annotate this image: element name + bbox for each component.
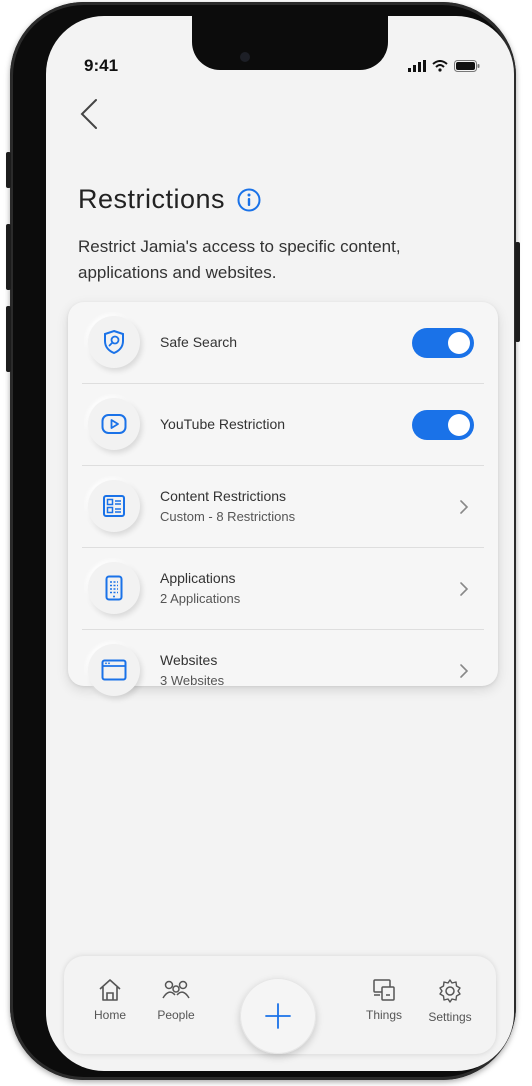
camera — [240, 52, 250, 62]
restriction-icon-container — [88, 316, 140, 368]
people-icon — [162, 980, 190, 999]
tab-people[interactable]: People — [146, 978, 206, 1038]
restriction-row-applications[interactable]: Applications 2 Applications — [82, 548, 488, 630]
tab-home[interactable]: Home — [80, 978, 140, 1038]
volume-down-button — [6, 306, 11, 372]
chevron-right-icon — [460, 582, 469, 596]
tab-settings[interactable]: Settings — [420, 978, 480, 1038]
restriction-icon-container — [88, 644, 140, 696]
content-grid-icon — [103, 495, 125, 517]
toggle-knob — [448, 414, 470, 436]
youtube-restriction-toggle[interactable] — [412, 410, 474, 440]
safe-search-toggle[interactable] — [412, 328, 474, 358]
restriction-sublabel: 3 Websites — [160, 673, 225, 688]
youtube-play-icon — [101, 414, 127, 434]
phone-frame: 9:41 Restrictions Restrict Jamia's acces… — [6, 2, 520, 1080]
back-button[interactable] — [76, 96, 106, 132]
restrictions-card: Safe Search YouTube Restriction Content … — [68, 302, 498, 696]
plus-icon — [265, 1003, 291, 1029]
notch — [192, 16, 388, 70]
wifi-icon — [432, 60, 448, 72]
restriction-label: Websites — [160, 652, 218, 668]
info-icon[interactable] — [237, 188, 261, 212]
home-icon — [99, 979, 121, 1001]
browser-window-icon — [101, 659, 127, 681]
back-chevron-icon — [80, 99, 97, 129]
shield-search-icon — [104, 329, 124, 355]
restriction-icon-container — [88, 562, 140, 614]
restriction-row-websites[interactable]: Websites 3 Websites — [82, 630, 488, 712]
restriction-label: YouTube Restriction — [160, 416, 286, 432]
page-title: Restrictions — [78, 184, 261, 215]
restriction-sublabel: Custom - 8 Restrictions — [160, 509, 296, 524]
chevron-right-icon — [460, 500, 469, 514]
chevron-right-icon — [460, 664, 469, 678]
tab-label: Settings — [428, 1010, 472, 1024]
volume-up-button — [6, 224, 11, 290]
restriction-icon-container — [88, 398, 140, 450]
signal-icon — [408, 60, 426, 72]
toggle-knob — [448, 332, 470, 354]
power-button — [515, 242, 520, 342]
mute-switch — [6, 152, 11, 188]
restriction-sublabel: 2 Applications — [160, 591, 241, 606]
page-subtitle: Restrict Jamia's access to specific cont… — [78, 237, 401, 282]
tab-things[interactable]: Things — [354, 978, 414, 1038]
gear-icon — [439, 979, 461, 1003]
restriction-label: Safe Search — [160, 334, 238, 350]
battery-icon — [454, 60, 480, 72]
restriction-row-safe-search: Safe Search — [82, 302, 488, 384]
phone-app-icon — [105, 575, 123, 601]
devices-icon — [373, 979, 395, 1001]
restriction-row-content[interactable]: Content Restrictions Custom - 8 Restrict… — [82, 466, 488, 548]
status-icons — [408, 60, 480, 72]
tab-label: Home — [93, 1008, 126, 1022]
restriction-row-youtube: YouTube Restriction — [82, 384, 488, 466]
restriction-label: Content Restrictions — [160, 488, 287, 504]
restriction-label: Applications — [160, 570, 236, 586]
status-time: 9:41 — [84, 56, 119, 75]
add-button[interactable] — [240, 978, 316, 1054]
screen: 9:41 Restrictions Restrict Jamia's acces… — [46, 16, 514, 1071]
page-title-text: Restrictions — [78, 184, 226, 214]
restriction-icon-container — [88, 480, 140, 532]
tab-bar: Home People Things Settings — [64, 956, 496, 1054]
tab-label: Things — [365, 1008, 403, 1022]
tab-label: People — [157, 1008, 195, 1022]
